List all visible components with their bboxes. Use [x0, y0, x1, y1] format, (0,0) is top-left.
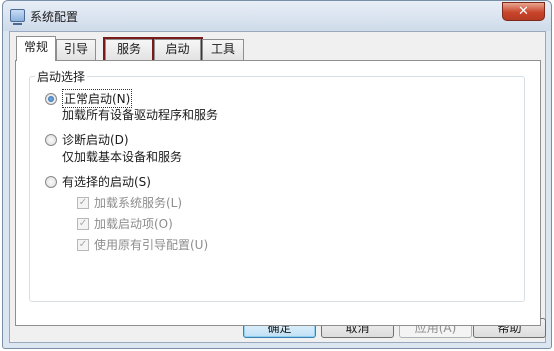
- system-config-window: 系统配置 ✕ 常规 引导 服务 启动 工具 启动选择 正常启动(N) 加载所有设…: [2, 0, 552, 349]
- app-monitor-icon: [10, 9, 25, 25]
- tab-general[interactable]: 常规: [16, 36, 56, 61]
- tab-startup[interactable]: 启动: [152, 37, 203, 62]
- load-system-services-label: 加载系统服务(L): [94, 196, 183, 210]
- radio-diagnostic-startup[interactable]: 诊断启动(D): [45, 131, 129, 148]
- checkmark-icon: ✓: [77, 238, 89, 251]
- radio-indicator[interactable]: [45, 175, 57, 188]
- general-tab-panel: 启动选择 正常启动(N) 加载所有设备驱动程序和服务 诊断启动(D) 仅加载基本…: [15, 60, 541, 326]
- diagnostic-startup-desc: 仅加载基本设备和服务: [62, 150, 183, 164]
- normal-startup-desc: 加载所有设备驱动程序和服务: [62, 108, 219, 122]
- checkmark-icon: ✓: [77, 196, 89, 209]
- tab-boot[interactable]: 引导: [56, 39, 96, 60]
- group-title: 启动选择: [35, 68, 88, 85]
- close-button[interactable]: ✕: [502, 2, 545, 21]
- radio-indicator[interactable]: [45, 133, 57, 146]
- use-original-boot-config-label: 使用原有引导配置(U): [94, 238, 209, 252]
- check-load-system-services: ✓ 加载系统服务(L): [77, 194, 182, 211]
- radio-selective-startup[interactable]: 有选择的启动(S): [45, 173, 151, 190]
- tab-tools[interactable]: 工具: [202, 39, 244, 60]
- load-startup-items-label: 加载启动项(O): [94, 217, 173, 231]
- radio-selected-indicator[interactable]: [45, 92, 57, 105]
- diagnostic-startup-label[interactable]: 诊断启动(D): [62, 131, 129, 148]
- title-bar[interactable]: 系统配置 ✕: [3, 1, 551, 31]
- tab-services[interactable]: 服务: [103, 37, 155, 62]
- checkmark-icon: ✓: [77, 217, 89, 230]
- dialog-client: 常规 引导 服务 启动 工具 启动选择 正常启动(N) 加载所有设备驱动程序和服…: [9, 31, 546, 343]
- check-load-startup-items: ✓ 加载启动项(O): [77, 215, 173, 232]
- selective-startup-label[interactable]: 有选择的启动(S): [62, 173, 151, 190]
- window-title: 系统配置: [30, 10, 79, 24]
- check-use-original-boot-config: ✓ 使用原有引导配置(U): [77, 236, 208, 253]
